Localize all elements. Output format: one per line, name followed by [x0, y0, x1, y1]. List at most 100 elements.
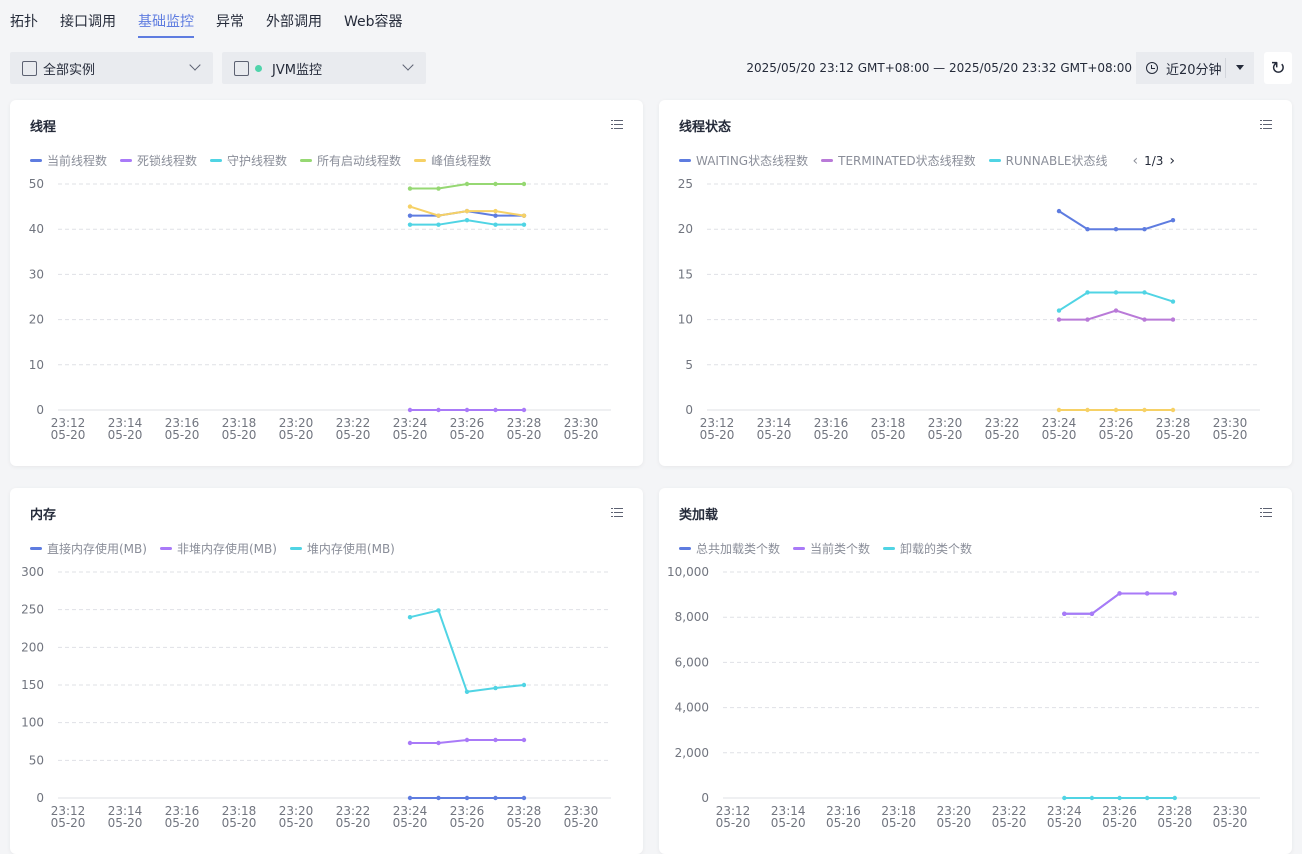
data-point	[464, 689, 470, 694]
y-tick-label: 0	[36, 791, 44, 805]
x-tick-date: 05-20	[336, 816, 371, 830]
data-point	[1142, 227, 1147, 232]
data-point	[493, 737, 498, 743]
chart-card-class-loading: 类加载 总共加载类个数 当前类个数 卸载的类个数 0 2,000 4,000 6,00…	[659, 488, 1292, 854]
data-point	[1089, 611, 1095, 617]
data-point	[1117, 591, 1122, 596]
line-chart: 05010015020025030023:1205-2023:1405-2023…	[21, 565, 611, 830]
instance-select-value: 全部实例	[43, 62, 96, 78]
data-point	[464, 795, 470, 801]
data-point	[1172, 591, 1177, 596]
data-point	[493, 181, 498, 187]
x-tick-date: 05-20	[936, 816, 971, 830]
x-tick-date: 05-20	[336, 428, 371, 442]
instance-icon	[22, 60, 37, 76]
chevron-down-icon	[402, 59, 414, 71]
data-point	[1062, 795, 1067, 801]
data-point	[436, 407, 441, 413]
time-range-text: 2025/05/20 23:12 GMT+08:00 — 2025/05/20 …	[746, 61, 1132, 75]
data-point	[521, 682, 527, 688]
x-tick-date: 05-20	[279, 428, 314, 442]
x-tick-date: 05-20	[450, 816, 485, 830]
data-point	[1056, 208, 1062, 214]
data-point	[1085, 290, 1090, 295]
x-tick-date: 05-20	[826, 816, 861, 830]
data-point	[1170, 317, 1176, 322]
data-point	[436, 795, 441, 801]
x-tick-date: 05-20	[279, 816, 314, 830]
caret-down-icon[interactable]	[1236, 65, 1244, 70]
data-point	[493, 795, 498, 801]
x-tick-date: 05-20	[928, 428, 963, 442]
tab-exceptions[interactable]: 异常	[216, 0, 244, 40]
y-tick-label: 0	[36, 403, 44, 417]
series-line	[1064, 592, 1175, 615]
data-point	[1089, 795, 1095, 801]
data-point	[407, 615, 413, 620]
data-point	[407, 186, 413, 191]
x-tick-date: 05-20	[881, 816, 916, 830]
x-tick-date: 05-20	[757, 428, 792, 442]
y-tick-label: 4,000	[675, 701, 709, 715]
data-point	[436, 213, 441, 218]
instance-select[interactable]: 全部实例	[10, 52, 213, 84]
data-point	[1117, 795, 1122, 801]
refresh-icon: ↻	[1270, 57, 1286, 79]
data-point	[1142, 407, 1147, 413]
series-line	[409, 609, 525, 693]
data-point	[493, 213, 498, 218]
y-tick-label: 10,000	[667, 565, 709, 579]
data-point	[1056, 407, 1062, 413]
data-point	[1113, 290, 1119, 295]
data-point	[407, 740, 413, 746]
tab-external-calls[interactable]: 外部调用	[266, 0, 322, 40]
x-tick-date: 05-20	[871, 428, 906, 442]
x-tick-date: 05-20	[507, 428, 542, 442]
monitor-select-value: JVM监控	[272, 62, 322, 78]
x-tick-date: 05-20	[51, 816, 86, 830]
x-tick-date: 05-20	[1156, 428, 1191, 442]
data-point	[407, 795, 413, 801]
status-dot	[255, 64, 262, 72]
data-point	[521, 222, 527, 227]
clock-icon	[1146, 62, 1158, 74]
data-point	[407, 204, 413, 209]
data-point	[1085, 407, 1090, 413]
x-tick-date: 05-20	[165, 428, 200, 442]
data-point	[1056, 308, 1062, 313]
y-tick-label: 150	[21, 678, 44, 692]
monitor-select[interactable]: JVM监控	[222, 52, 426, 84]
y-tick-label: 50	[29, 753, 44, 767]
tab-topology[interactable]: 拓扑	[10, 0, 38, 40]
refresh-button[interactable]: ↻	[1264, 52, 1292, 84]
y-tick-label: 10	[29, 358, 44, 372]
y-tick-label: 30	[29, 267, 44, 281]
x-tick-date: 05-20	[507, 816, 542, 830]
data-point	[493, 685, 498, 691]
series-line	[1064, 592, 1175, 615]
data-point	[521, 181, 527, 187]
data-point	[436, 740, 441, 746]
data-point	[464, 407, 470, 413]
data-point	[521, 213, 527, 218]
y-tick-label: 20	[29, 313, 44, 327]
x-tick-date: 05-20	[108, 816, 143, 830]
tab-web-container[interactable]: Web容器	[344, 0, 403, 40]
x-tick-date: 05-20	[222, 428, 257, 442]
data-point	[521, 737, 527, 743]
x-tick-date: 05-20	[51, 428, 86, 442]
data-point	[464, 217, 470, 223]
tab-api-calls[interactable]: 接口调用	[60, 0, 116, 40]
data-point	[1085, 227, 1090, 232]
tab-basic-monitoring[interactable]: 基础监控	[138, 0, 194, 40]
line-chart: 051015202523:1205-2023:1405-2023:1605-20…	[678, 177, 1260, 442]
tab-bar: 拓扑 接口调用 基础监控 异常 外部调用 Web容器	[10, 0, 425, 40]
x-tick-date: 05-20	[108, 428, 143, 442]
quick-range-select[interactable]: 近20分钟	[1136, 52, 1254, 84]
data-point	[407, 213, 413, 218]
data-point	[1085, 317, 1090, 322]
y-tick-label: 25	[678, 177, 693, 191]
data-point	[1144, 591, 1150, 596]
y-tick-label: 5	[685, 358, 693, 372]
x-tick-date: 05-20	[1042, 428, 1077, 442]
